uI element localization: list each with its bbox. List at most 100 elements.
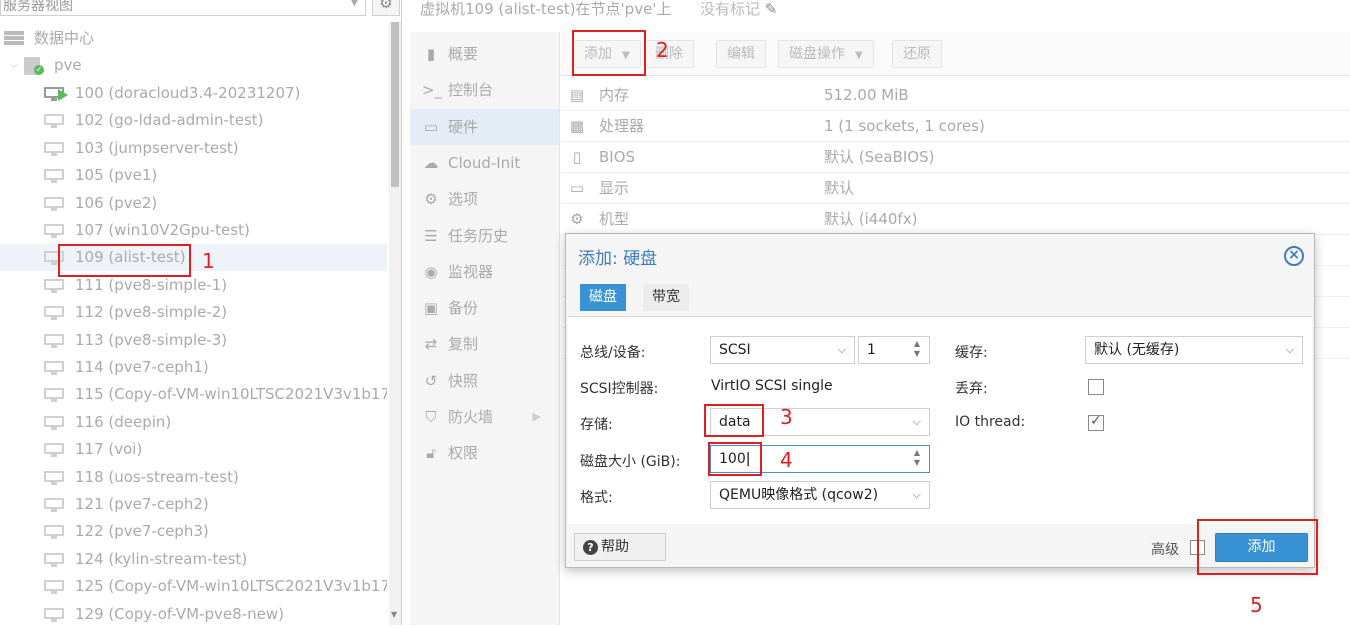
tags-label[interactable]: 没有标记 ✎: [700, 0, 777, 19]
nav-item[interactable]: ☰ 任务历史: [410, 218, 559, 254]
nav-item[interactable]: >_ 控制台: [410, 72, 559, 108]
tree-item-vm[interactable]: 100 (doracloud3.4-20231207): [0, 80, 387, 107]
hardware-key: 处理器: [599, 117, 645, 135]
tree-item-vm[interactable]: 106 (pve2): [0, 190, 387, 217]
floppy-icon: ▣: [423, 299, 439, 318]
nav-item[interactable]: ⇄ 复制: [410, 326, 559, 362]
tree-item-node[interactable]: ⌵ ✓ pve: [0, 52, 387, 79]
tree-item-label: 105 (pve1): [75, 166, 158, 185]
hardware-value: 默认 (SeaBIOS): [824, 148, 935, 166]
monitor-icon: [44, 415, 64, 430]
tree-item-label: 129 (Copy-of-VM-pve8-new): [75, 604, 284, 623]
bus-select[interactable]: SCSI ⌵: [710, 336, 855, 364]
close-icon[interactable]: ×: [1284, 246, 1304, 266]
cloud-icon: ☁: [423, 153, 439, 172]
annotation-box-3: [704, 404, 764, 437]
tree-item-vm[interactable]: 112 (pve8-simple-2): [0, 299, 387, 326]
annotation-number-3: 3: [780, 405, 793, 429]
nav-item[interactable]: ▭ 硬件: [410, 108, 559, 145]
dialog-body: 总线/设备: SCSI控制器: 存储: 磁盘大小 (GiB): 格式: SCSI…: [568, 316, 1312, 524]
tree-item-vm[interactable]: 122 (pve7-ceph3): [0, 518, 387, 545]
tree-item-vm[interactable]: 116 (deepin): [0, 409, 387, 436]
gear-icon[interactable]: ⚙: [372, 0, 400, 16]
tree-item-label: 112 (pve8-simple-2): [75, 303, 228, 322]
hardware-value: 512.00 MiB: [824, 86, 909, 104]
tree-item-vm[interactable]: 102 (go-ldad-admin-test): [0, 107, 387, 134]
annotation-number-1: 1: [202, 249, 215, 273]
nav-item[interactable]: ☁ Cloud-Init: [410, 145, 559, 181]
revert-button[interactable]: 还原: [892, 40, 942, 68]
tree-item-vm[interactable]: 121 (pve7-ceph2): [0, 491, 387, 518]
nav-item-label: 控制台: [448, 81, 494, 100]
tree-item-vm[interactable]: 105 (pve1): [0, 162, 387, 189]
monitor-icon: [44, 169, 64, 184]
tree-item-vm[interactable]: 114 (pve7-ceph1): [0, 354, 387, 381]
tree-item-vm[interactable]: 115 (Copy-of-VM-win10LTSC2021V3v1b17c: [0, 381, 387, 408]
tree-item-vm[interactable]: 125 (Copy-of-VM-win10LTSC2021V3v1b17c: [0, 573, 387, 600]
pencil-icon[interactable]: ✎: [760, 0, 778, 18]
revert-button-label: 还原: [903, 46, 931, 62]
tree-item-datacenter[interactable]: 数据中心: [0, 25, 387, 52]
tree-item-vm[interactable]: 118 (uos-stream-test): [0, 464, 387, 491]
help-button[interactable]: ? 帮助: [574, 533, 666, 561]
nav-item[interactable]: 🔓︎ 权限: [410, 435, 559, 471]
edit-button[interactable]: 编辑: [716, 40, 766, 68]
tree-item-label: 122 (pve7-ceph3): [75, 522, 209, 541]
chevron-down-icon: ⌵: [10, 60, 18, 71]
table-row[interactable]: ⚙ 机型 默认 (i440fx): [561, 204, 1350, 235]
shield-icon: ⛉: [425, 408, 437, 426]
memory-icon: ▤: [569, 86, 585, 104]
nav-item[interactable]: ⚙ 选项: [410, 181, 559, 217]
scrollbar-thumb[interactable]: [391, 22, 399, 187]
remove-button[interactable]: 删除: [644, 40, 694, 68]
content-header: 虚拟机109 (alist-test)在节点'pve'上 没有标记 ✎: [410, 0, 1350, 26]
tree-item-vm[interactable]: 124 (kylin-stream-test): [0, 546, 387, 573]
tree-item-label: 102 (go-ldad-admin-test): [75, 111, 264, 130]
table-row[interactable]: ▦ 处理器 1 (1 sockets, 1 cores): [561, 111, 1350, 142]
annotation-box-2: [572, 30, 646, 76]
hardware-key: 机型: [599, 210, 630, 228]
annotation-box-1: [58, 244, 191, 277]
disk-actions-button[interactable]: 磁盘操作 ▼: [778, 40, 874, 68]
view-selector-label: 服务器视图: [3, 0, 73, 14]
table-row[interactable]: ▤ 内存 512.00 MiB: [561, 80, 1350, 111]
cache-select[interactable]: 默认 (无缓存) ⌵: [1085, 336, 1303, 364]
format-select[interactable]: QEMU映像格式 (qcow2) ⌵: [710, 481, 930, 509]
table-row[interactable]: ▯ BIOS 默认 (SeaBIOS): [561, 142, 1350, 173]
nav-item[interactable]: ◉ 监视器: [410, 254, 559, 290]
tree-scrollbar[interactable]: ▼: [389, 22, 401, 625]
cpu-icon: ▦: [569, 117, 585, 135]
tab-bandwidth[interactable]: 带宽: [643, 284, 689, 311]
monitor-icon: [44, 443, 64, 458]
nav-item[interactable]: ⛉ 防火墙 ▶: [410, 399, 559, 435]
nav-item[interactable]: ↺ 快照: [410, 363, 559, 399]
tree-item-label: 106 (pve2): [75, 193, 158, 212]
tree-item-vm[interactable]: 103 (jumpserver-test): [0, 135, 387, 162]
cache-label: 缓存:: [955, 345, 988, 361]
monitor-icon: [44, 607, 64, 622]
gear-icon: ⚙: [424, 190, 438, 209]
bus-select-value: SCSI: [719, 342, 751, 358]
view-selector[interactable]: 服务器视图 ▼: [0, 0, 366, 16]
tree-item-vm[interactable]: 107 (win10V2Gpu-test): [0, 217, 387, 244]
tree-item-vm[interactable]: 113 (pve8-simple-3): [0, 327, 387, 354]
discard-checkbox[interactable]: [1088, 379, 1104, 395]
tab-disk[interactable]: 磁盘: [580, 284, 626, 311]
table-row[interactable]: ▭ 显示 默认: [561, 173, 1350, 204]
scroll-down-arrow-icon[interactable]: ▼: [391, 610, 397, 619]
device-number-stepper[interactable]: 1 ▲ ▼: [858, 336, 930, 364]
tree-item-label: 数据中心: [34, 29, 95, 47]
tree-item-vm[interactable]: 117 (voi): [0, 436, 387, 463]
hardware-key: 显示: [599, 179, 630, 197]
tree-item-vm[interactable]: 129 (Copy-of-VM-pve8-new): [0, 601, 387, 628]
history-icon: ↺: [424, 371, 438, 390]
hardware-key: 内存: [599, 86, 630, 104]
disk-size-label: 磁盘大小 (GiB):: [580, 454, 681, 470]
spinner-arrows-icon[interactable]: ▲ ▼: [911, 448, 923, 470]
nav-item[interactable]: ▮ 概要: [410, 36, 559, 72]
monitor-icon: [44, 306, 64, 321]
tree-item-label: 107 (win10V2Gpu-test): [75, 221, 250, 239]
io-thread-checkbox[interactable]: [1088, 413, 1104, 431]
nav-item[interactable]: ▣ 备份: [410, 290, 559, 326]
spinner-arrows-icon[interactable]: ▲ ▼: [911, 339, 923, 361]
